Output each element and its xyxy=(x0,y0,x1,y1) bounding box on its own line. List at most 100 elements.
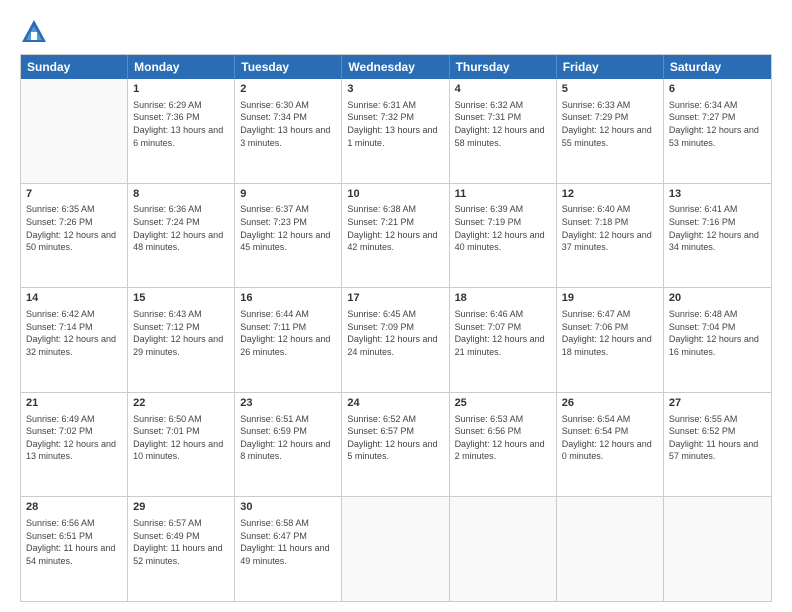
cell-detail: Sunrise: 6:51 AMSunset: 6:59 PMDaylight:… xyxy=(240,413,336,463)
cal-cell xyxy=(450,497,557,601)
cell-detail: Sunrise: 6:34 AMSunset: 7:27 PMDaylight:… xyxy=(669,99,766,149)
day-number: 17 xyxy=(347,291,443,306)
day-number: 7 xyxy=(26,187,122,202)
day-number: 12 xyxy=(562,187,658,202)
cal-cell: 23 Sunrise: 6:51 AMSunset: 6:59 PMDayligh… xyxy=(235,393,342,497)
day-number: 18 xyxy=(455,291,551,306)
header-day-tuesday: Tuesday xyxy=(235,55,342,79)
day-number: 5 xyxy=(562,82,658,97)
cal-cell: 1 Sunrise: 6:29 AMSunset: 7:36 PMDaylight… xyxy=(128,79,235,183)
cell-detail: Sunrise: 6:36 AMSunset: 7:24 PMDaylight:… xyxy=(133,203,229,253)
cal-cell: 2Sunrise: 6:30 AMSunset: 7:34 PMDaylight… xyxy=(235,79,342,183)
day-number: 23 xyxy=(240,396,336,411)
cell-detail: Sunrise: 6:41 AMSunset: 7:16 PMDaylight:… xyxy=(669,203,766,253)
week-row-1: 7Sunrise: 6:35 AMSunset: 7:26 PMDaylight… xyxy=(21,183,771,288)
cal-cell: 22 Sunrise: 6:50 AMSunset: 7:01 PMDayligh… xyxy=(128,393,235,497)
cal-cell: 10Sunrise: 6:38 AMSunset: 7:21 PMDayligh… xyxy=(342,184,449,288)
cal-cell xyxy=(557,497,664,601)
cell-detail: Sunrise: 6:43 AMSunset: 7:12 PMDaylight:… xyxy=(133,308,229,358)
cell-detail: Sunrise: 6:55 AMSunset: 6:52 PMDaylight:… xyxy=(669,413,766,463)
day-number: 30 xyxy=(240,500,336,515)
cal-cell: 14Sunrise: 6:42 AMSunset: 7:14 PMDayligh… xyxy=(21,288,128,392)
cal-cell: 8Sunrise: 6:36 AMSunset: 7:24 PMDaylight… xyxy=(128,184,235,288)
day-number: 26 xyxy=(562,396,658,411)
cal-cell: 21 Sunrise: 6:49 AMSunset: 7:02 PMDayligh… xyxy=(21,393,128,497)
cell-detail: Sunrise: 6:45 AMSunset: 7:09 PMDaylight:… xyxy=(347,308,443,358)
cell-detail: Sunrise: 6:32 AMSunset: 7:31 PMDaylight:… xyxy=(455,99,551,149)
cell-detail: Sunrise: 6:29 AMSunset: 7:36 PMDaylight:… xyxy=(133,99,229,149)
cal-cell: 9Sunrise: 6:37 AMSunset: 7:23 PMDaylight… xyxy=(235,184,342,288)
cal-cell: 30 Sunrise: 6:58 AMSunset: 6:47 PMDayligh… xyxy=(235,497,342,601)
day-number: 2 xyxy=(240,82,336,97)
cal-cell: 15 Sunrise: 6:43 AMSunset: 7:12 PMDayligh… xyxy=(128,288,235,392)
day-number: 21 xyxy=(26,396,122,411)
week-row-0: 1 Sunrise: 6:29 AMSunset: 7:36 PMDaylight… xyxy=(21,79,771,183)
cell-detail: Sunrise: 6:49 AMSunset: 7:02 PMDaylight:… xyxy=(26,413,122,463)
cell-detail: Sunrise: 6:33 AMSunset: 7:29 PMDaylight:… xyxy=(562,99,658,149)
day-number: 4 xyxy=(455,82,551,97)
cell-detail: Sunrise: 6:50 AMSunset: 7:01 PMDaylight:… xyxy=(133,413,229,463)
cell-detail: Sunrise: 6:37 AMSunset: 7:23 PMDaylight:… xyxy=(240,203,336,253)
cal-cell: 5 Sunrise: 6:33 AMSunset: 7:29 PMDaylight… xyxy=(557,79,664,183)
day-number: 16 xyxy=(240,291,336,306)
cal-cell: 4 Sunrise: 6:32 AMSunset: 7:31 PMDaylight… xyxy=(450,79,557,183)
cal-cell: 13Sunrise: 6:41 AMSunset: 7:16 PMDayligh… xyxy=(664,184,771,288)
day-number: 28 xyxy=(26,500,122,515)
cal-cell: 24 Sunrise: 6:52 AMSunset: 6:57 PMDayligh… xyxy=(342,393,449,497)
logo xyxy=(20,18,52,46)
cal-cell: 12Sunrise: 6:40 AMSunset: 7:18 PMDayligh… xyxy=(557,184,664,288)
cal-cell: 17 Sunrise: 6:45 AMSunset: 7:09 PMDayligh… xyxy=(342,288,449,392)
day-number: 10 xyxy=(347,187,443,202)
header-day-wednesday: Wednesday xyxy=(342,55,449,79)
cell-detail: Sunrise: 6:53 AMSunset: 6:56 PMDaylight:… xyxy=(455,413,551,463)
cal-cell: 18 Sunrise: 6:46 AMSunset: 7:07 PMDayligh… xyxy=(450,288,557,392)
cal-cell: 7Sunrise: 6:35 AMSunset: 7:26 PMDaylight… xyxy=(21,184,128,288)
week-row-2: 14Sunrise: 6:42 AMSunset: 7:14 PMDayligh… xyxy=(21,287,771,392)
cell-detail: Sunrise: 6:39 AMSunset: 7:19 PMDaylight:… xyxy=(455,203,551,253)
cell-detail: Sunrise: 6:46 AMSunset: 7:07 PMDaylight:… xyxy=(455,308,551,358)
header-day-friday: Friday xyxy=(557,55,664,79)
cal-cell: 29 Sunrise: 6:57 AMSunset: 6:49 PMDayligh… xyxy=(128,497,235,601)
day-number: 8 xyxy=(133,187,229,202)
cal-cell: 19Sunrise: 6:47 AMSunset: 7:06 PMDayligh… xyxy=(557,288,664,392)
cell-detail: Sunrise: 6:52 AMSunset: 6:57 PMDaylight:… xyxy=(347,413,443,463)
day-number: 20 xyxy=(669,291,766,306)
cal-cell: 28Sunrise: 6:56 AMSunset: 6:51 PMDayligh… xyxy=(21,497,128,601)
header-day-saturday: Saturday xyxy=(664,55,771,79)
calendar: SundayMondayTuesdayWednesdayThursdayFrid… xyxy=(20,54,772,602)
cell-detail: Sunrise: 6:31 AMSunset: 7:32 PMDaylight:… xyxy=(347,99,443,149)
cal-cell xyxy=(664,497,771,601)
week-row-4: 28Sunrise: 6:56 AMSunset: 6:51 PMDayligh… xyxy=(21,496,771,601)
cell-detail: Sunrise: 6:40 AMSunset: 7:18 PMDaylight:… xyxy=(562,203,658,253)
header xyxy=(20,18,772,46)
cal-cell: 26Sunrise: 6:54 AMSunset: 6:54 PMDayligh… xyxy=(557,393,664,497)
day-number: 6 xyxy=(669,82,766,97)
cal-cell xyxy=(21,79,128,183)
cal-cell: 6 Sunrise: 6:34 AMSunset: 7:27 PMDaylight… xyxy=(664,79,771,183)
cal-cell: 3 Sunrise: 6:31 AMSunset: 7:32 PMDaylight… xyxy=(342,79,449,183)
day-number: 22 xyxy=(133,396,229,411)
cell-detail: Sunrise: 6:57 AMSunset: 6:49 PMDaylight:… xyxy=(133,517,229,567)
day-number: 29 xyxy=(133,500,229,515)
day-number: 15 xyxy=(133,291,229,306)
cell-detail: Sunrise: 6:48 AMSunset: 7:04 PMDaylight:… xyxy=(669,308,766,358)
day-number: 13 xyxy=(669,187,766,202)
cell-detail: Sunrise: 6:58 AMSunset: 6:47 PMDaylight:… xyxy=(240,517,336,567)
day-number: 24 xyxy=(347,396,443,411)
day-number: 9 xyxy=(240,187,336,202)
cal-cell xyxy=(342,497,449,601)
cal-cell: 16Sunrise: 6:44 AMSunset: 7:11 PMDayligh… xyxy=(235,288,342,392)
day-number: 25 xyxy=(455,396,551,411)
header-day-sunday: Sunday xyxy=(21,55,128,79)
logo-icon xyxy=(20,18,48,46)
week-row-3: 21 Sunrise: 6:49 AMSunset: 7:02 PMDayligh… xyxy=(21,392,771,497)
cal-cell: 25 Sunrise: 6:53 AMSunset: 6:56 PMDayligh… xyxy=(450,393,557,497)
cal-cell: 20 Sunrise: 6:48 AMSunset: 7:04 PMDayligh… xyxy=(664,288,771,392)
header-day-monday: Monday xyxy=(128,55,235,79)
day-number: 19 xyxy=(562,291,658,306)
day-number: 3 xyxy=(347,82,443,97)
cal-cell: 11Sunrise: 6:39 AMSunset: 7:19 PMDayligh… xyxy=(450,184,557,288)
cell-detail: Sunrise: 6:38 AMSunset: 7:21 PMDaylight:… xyxy=(347,203,443,253)
day-number: 1 xyxy=(133,82,229,97)
day-number: 27 xyxy=(669,396,766,411)
